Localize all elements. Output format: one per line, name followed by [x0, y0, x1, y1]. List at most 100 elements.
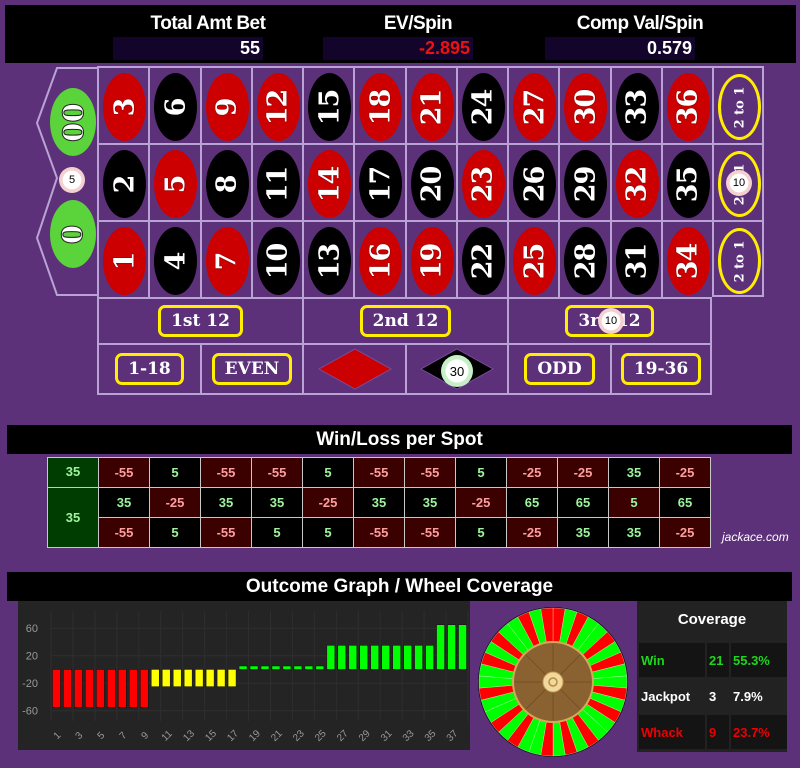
number-00-label: 00 [56, 102, 90, 142]
winloss-cell-7: -55 [200, 517, 252, 548]
number-22[interactable]: 22 [455, 220, 507, 297]
number-29[interactable]: 29 [558, 143, 610, 220]
bar-27 [337, 645, 347, 670]
number-15[interactable]: 15 [302, 66, 354, 143]
bet-19-36[interactable]: 19-36 [610, 343, 712, 395]
x-tick-label: 35 [423, 728, 439, 744]
x-tick-label: 17 [225, 728, 241, 744]
winloss-cell-18: -55 [353, 457, 405, 488]
number-10[interactable]: 10 [250, 220, 302, 297]
column-bet-bottom[interactable]: 2 to 1 [712, 220, 764, 297]
number-1[interactable]: 1 [97, 220, 149, 297]
number-27[interactable]: 27 [507, 66, 559, 143]
bar-4 [85, 669, 94, 708]
number-24[interactable]: 24 [455, 66, 507, 143]
number-label: 24 [467, 89, 499, 125]
number-3[interactable]: 3 [97, 66, 149, 143]
bet-even-label: EVEN [211, 353, 293, 385]
number-5[interactable]: 5 [148, 143, 200, 220]
number-13[interactable]: 13 [302, 220, 354, 297]
number-17[interactable]: 17 [353, 143, 405, 220]
comp-val-label: Comp Val/Spin [576, 13, 704, 34]
number-23[interactable]: 23 [455, 143, 507, 220]
number-oval: 20 [410, 150, 454, 218]
number-label: 26 [518, 166, 550, 202]
chip-column-2[interactable]: 10 [726, 170, 752, 196]
x-tick-label: 27 [335, 728, 351, 744]
number-26[interactable]: 26 [507, 143, 559, 220]
number-label: 17 [365, 166, 397, 202]
x-tick-label: 9 [139, 730, 151, 742]
number-36[interactable]: 36 [660, 66, 712, 143]
x-tick-label: 3 [74, 730, 86, 742]
number-label: 16 [365, 243, 397, 279]
number-0-label: 0 [56, 224, 90, 244]
number-2[interactable]: 2 [97, 143, 149, 220]
column-bet-top-oval: 2 to 1 [718, 74, 761, 140]
number-oval: 27 [513, 73, 556, 141]
number-25[interactable]: 25 [507, 220, 559, 297]
number-30[interactable]: 30 [558, 66, 610, 143]
number-oval: 28 [564, 227, 608, 295]
number-7[interactable]: 7 [199, 220, 251, 297]
number-12[interactable]: 12 [250, 66, 302, 143]
bet-1-18-label: 1-18 [115, 353, 184, 385]
chip-black[interactable]: 30 [441, 355, 473, 387]
number-label: 11 [262, 166, 294, 202]
number-31[interactable]: 31 [609, 220, 661, 297]
winloss-cell-12: -55 [251, 457, 303, 488]
ev-spin-value: -2.895 [323, 37, 473, 60]
number-9[interactable]: 9 [199, 66, 251, 143]
column-bet-top[interactable]: 2 to 1 [712, 66, 764, 143]
column-bet-label: 2 to 1 [732, 240, 748, 282]
winloss-cell-28: 35 [557, 517, 609, 548]
bet-even[interactable]: EVEN [200, 343, 302, 395]
number-0[interactable]: 0 [50, 200, 96, 268]
number-33[interactable]: 33 [609, 66, 661, 143]
number-label: 10 [262, 243, 294, 279]
coverage-count: 3 [707, 679, 729, 713]
number-oval: 21 [410, 73, 454, 141]
number-oval: 33 [615, 73, 659, 141]
column-bet-middle[interactable]: 2 to 1 10 [712, 143, 764, 220]
winloss-cell-2: 35 [98, 487, 150, 518]
x-tick-label: 13 [181, 728, 197, 744]
bet-black[interactable]: 30 [405, 343, 507, 395]
dozen-2nd-12[interactable]: 2nd 12 [302, 297, 507, 343]
x-tick-label: 31 [379, 728, 395, 744]
coverage-count: 21 [707, 643, 729, 677]
bar-33 [403, 645, 412, 670]
winloss-cell-16: -55 [353, 517, 405, 548]
bet-odd[interactable]: ODD [507, 343, 610, 395]
winloss-cell-31: 35 [608, 517, 660, 548]
bar-26 [326, 645, 336, 670]
number-18[interactable]: 18 [353, 66, 405, 143]
winloss-cell-27: -25 [506, 457, 558, 488]
column-bet-label: 2 to 1 [732, 86, 748, 128]
bet-1-18[interactable]: 1-18 [97, 343, 200, 395]
bet-red[interactable] [302, 343, 405, 395]
number-21[interactable]: 21 [404, 66, 456, 143]
winloss-cell-17: 35 [353, 487, 405, 518]
number-32[interactable]: 32 [609, 143, 661, 220]
number-label: 4 [160, 252, 192, 270]
number-11[interactable]: 11 [250, 143, 302, 220]
number-00[interactable]: 00 [50, 88, 96, 156]
x-tick-label: 11 [160, 728, 175, 743]
chip-split-0-00[interactable]: 5 [59, 167, 85, 193]
number-19[interactable]: 19 [404, 220, 456, 297]
number-4[interactable]: 4 [148, 220, 200, 297]
number-oval: 36 [666, 73, 710, 141]
dozen-1st-12[interactable]: 1st 12 [97, 297, 302, 343]
chip-dozen-3[interactable]: 10 [598, 308, 624, 334]
number-14[interactable]: 14 [302, 143, 354, 220]
dozen-3rd-12[interactable]: 3rd 12 10 [507, 297, 712, 343]
number-6[interactable]: 6 [148, 66, 200, 143]
number-28[interactable]: 28 [558, 220, 610, 297]
number-20[interactable]: 20 [404, 143, 456, 220]
number-35[interactable]: 35 [660, 143, 712, 220]
number-8[interactable]: 8 [199, 143, 251, 220]
number-34[interactable]: 34 [660, 220, 712, 297]
number-16[interactable]: 16 [353, 220, 405, 297]
y-tick-label: -20 [22, 678, 38, 690]
